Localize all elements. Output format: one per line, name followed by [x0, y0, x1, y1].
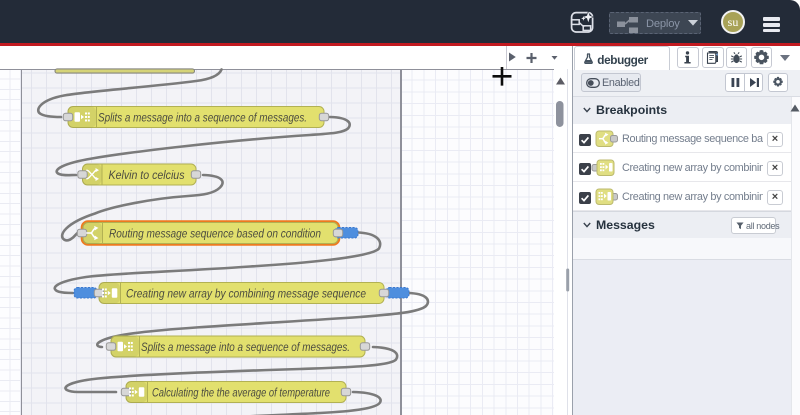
svg-text:Splits a message into a sequen: Splits a message into a sequence of mess… — [98, 112, 307, 124]
svg-text:Splits a message into a sequen: Splits a message into a sequence of mess… — [141, 341, 350, 353]
svg-text:Routing message sequence based: Routing message sequence based on condit… — [109, 228, 321, 240]
svg-text:Calculating the the average of: Calculating the the average of temperatu… — [152, 387, 330, 399]
svg-text:Creating new array by combinin: Creating new array by combining message … — [126, 288, 366, 300]
svg-text:Kelvin to celcius: Kelvin to celcius — [109, 170, 185, 182]
